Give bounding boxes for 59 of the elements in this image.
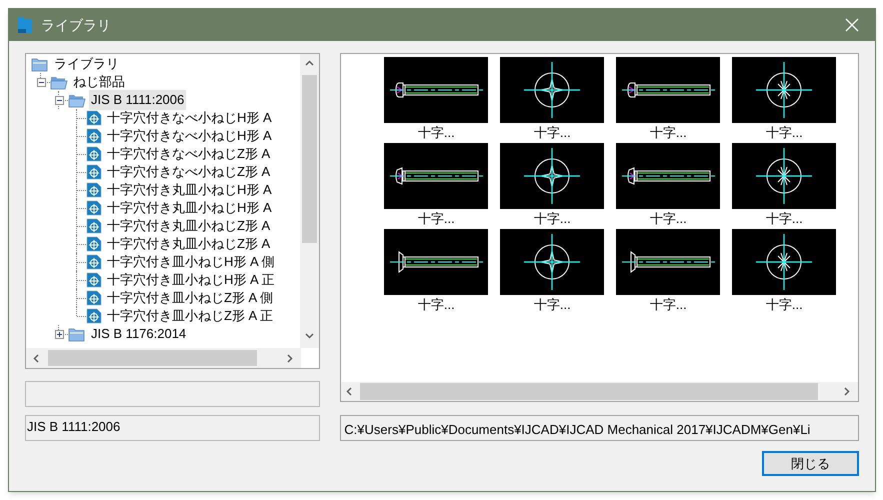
thumbnail-label[interactable]: 十字... (418, 123, 455, 143)
drawing-file-icon (86, 128, 102, 144)
drawing-file-icon (86, 308, 102, 324)
thumbnail-label[interactable]: 十字... (534, 209, 571, 229)
drawing-file-icon (86, 182, 102, 198)
drawing-file-icon (86, 272, 102, 288)
tree-item[interactable]: 十字穴付き皿小ねじZ形 A 正 (105, 306, 276, 326)
tree-item[interactable]: ライブラリ (52, 54, 121, 74)
thumbnail-label[interactable]: 十字... (650, 209, 687, 229)
scrollbar-thumb[interactable] (302, 75, 318, 243)
horizontal-scrollbar[interactable] (341, 382, 858, 401)
drawing-file-icon (86, 254, 102, 270)
tree-item[interactable]: 十字穴付き丸皿小ねじH形 A (105, 198, 274, 218)
close-button[interactable]: 閉じる (762, 451, 859, 476)
scrollbar-thumb[interactable] (360, 383, 818, 400)
drawing-file-icon (86, 200, 102, 216)
tree-item[interactable]: JIS B 1176:2014 (89, 324, 188, 344)
folder-icon (31, 56, 49, 72)
thumbnail-label[interactable]: 十字... (766, 209, 803, 229)
tree-item[interactable]: ねじ部品 (71, 72, 127, 92)
tree-item[interactable]: 十字穴付きなべ小ねじZ形 A (105, 162, 272, 182)
tree-item[interactable]: 十字穴付きなべ小ねじH形 A (105, 108, 274, 128)
scrollbar-thumb[interactable] (48, 350, 257, 366)
expand-icon[interactable] (54, 330, 64, 338)
vertical-scrollbar[interactable] (300, 54, 320, 348)
tree-item[interactable]: 十字穴付き丸皿小ねじH形 A (105, 180, 274, 200)
thumbnail-label[interactable]: 十字... (418, 209, 455, 229)
book-icon (17, 16, 33, 34)
drawing-file-icon (86, 164, 102, 180)
drawing-file-icon (86, 146, 102, 162)
tree-item[interactable]: 十字穴付き皿小ねじZ形 A 側 (105, 288, 276, 308)
thumbnail-label[interactable]: 十字... (766, 295, 803, 315)
thumbnail-label[interactable]: 十字... (534, 295, 571, 315)
thumbnail-label[interactable]: 十字... (418, 295, 455, 315)
horizontal-scrollbar[interactable] (26, 348, 301, 368)
folder-icon (68, 326, 86, 342)
drawing-file-icon (86, 110, 102, 126)
collapse-icon[interactable] (54, 96, 64, 104)
tree-item[interactable]: 十字穴付き丸皿小ねじZ形 A (105, 216, 272, 236)
folder-path-field: C:¥Users¥Public¥Documents¥IJCAD¥IJCAD Mechanical 2017¥IJCADM¥Gen¥Li (340, 415, 859, 441)
thumbnail-label[interactable]: 十字... (534, 123, 571, 143)
thumbnail-label[interactable]: 十字... (766, 123, 803, 143)
selected-name-field: JIS B 1111:2006 (25, 415, 320, 441)
window-title: ライブラリ (41, 16, 111, 34)
open-folder-icon (68, 92, 86, 108)
thumbnail-label[interactable]: 十字... (650, 295, 687, 315)
tree-item[interactable]: 十字穴付きなべ小ねじZ形 A (105, 144, 272, 164)
tree-item[interactable]: 十字穴付き丸皿小ねじZ形 A (105, 234, 272, 254)
collapse-icon[interactable] (36, 78, 46, 86)
tree-item[interactable]: 十字穴付き皿小ねじH形 A 正 (105, 270, 277, 290)
drawing-file-icon (86, 218, 102, 234)
open-folder-icon (50, 74, 68, 90)
tree-item[interactable]: JIS B 1111:2006 (89, 90, 186, 110)
close-icon[interactable] (845, 18, 859, 32)
drawing-file-icon (86, 236, 102, 252)
thumbnail-label[interactable]: 十字... (650, 123, 687, 143)
tree-item[interactable]: 十字穴付きなべ小ねじH形 A (105, 126, 274, 146)
drawing-file-icon (86, 290, 102, 306)
tree-item[interactable]: 十字穴付き皿小ねじH形 A 側 (105, 252, 277, 272)
